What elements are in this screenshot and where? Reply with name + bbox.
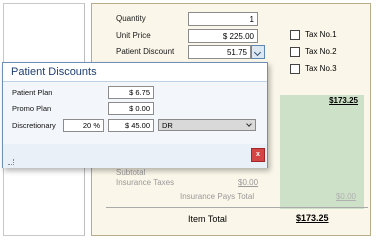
discretionary-reason-value: DR xyxy=(162,121,173,130)
patient-plan-field[interactable]: $ 6.75 xyxy=(108,86,154,99)
subtotal-label: Subtotal xyxy=(116,168,146,177)
tax-no1-label: Tax No.1 xyxy=(305,30,337,39)
patient-discounts-popup: Patient Discounts Patient Plan $ 6.75 Pr… xyxy=(2,62,268,168)
discretionary-amount-field[interactable]: $ 45.00 xyxy=(108,119,154,132)
promo-plan-label: Promo Plan xyxy=(12,104,52,113)
unit-price-label: Unit Price xyxy=(116,31,151,40)
patient-discount-field[interactable]: 51.75 xyxy=(188,45,251,59)
checkbox-icon[interactable] xyxy=(290,64,300,74)
total-divider xyxy=(106,207,368,208)
patient-discount-label: Patient Discount xyxy=(116,47,175,56)
patient-plan-label: Patient Plan xyxy=(12,88,53,97)
chevron-down-icon xyxy=(246,121,252,127)
tax-no3-label: Tax No.3 xyxy=(305,64,337,73)
unit-price-field[interactable]: $ 225.00 xyxy=(188,29,258,43)
discretionary-percent-field[interactable]: 20 % xyxy=(63,119,104,132)
close-button[interactable]: x xyxy=(251,148,265,162)
patient-discount-dropdown-button[interactable] xyxy=(251,45,265,59)
popup-title-bar: Patient Discounts xyxy=(3,63,267,82)
popup-title: Patient Discounts xyxy=(11,66,97,78)
popup-footer xyxy=(3,144,267,168)
discretionary-label: Discretionary xyxy=(12,121,56,130)
resize-grip-icon[interactable] xyxy=(8,159,14,165)
item-total-label: Item Total xyxy=(188,214,227,224)
quantity-field[interactable]: 1 xyxy=(188,12,258,26)
insurance-taxes-label: Insurance Taxes xyxy=(116,178,175,187)
tax-no2-label: Tax No.2 xyxy=(305,47,337,56)
promo-plan-field[interactable]: $ 0.00 xyxy=(108,102,154,115)
discretionary-reason-select[interactable]: DR xyxy=(158,119,256,131)
insurance-pays-total-value: $0.00 xyxy=(335,192,356,201)
checkbox-icon[interactable] xyxy=(290,30,300,40)
insurance-pays-total-label: Insurance Pays Total xyxy=(180,192,255,201)
partial-total-value: $173.25 xyxy=(329,96,358,105)
item-total-value: $173.25 xyxy=(296,213,329,223)
checkbox-icon[interactable] xyxy=(290,47,300,57)
insurance-taxes-value: $0.00 xyxy=(238,178,259,187)
quantity-label: Quantity xyxy=(116,14,146,23)
